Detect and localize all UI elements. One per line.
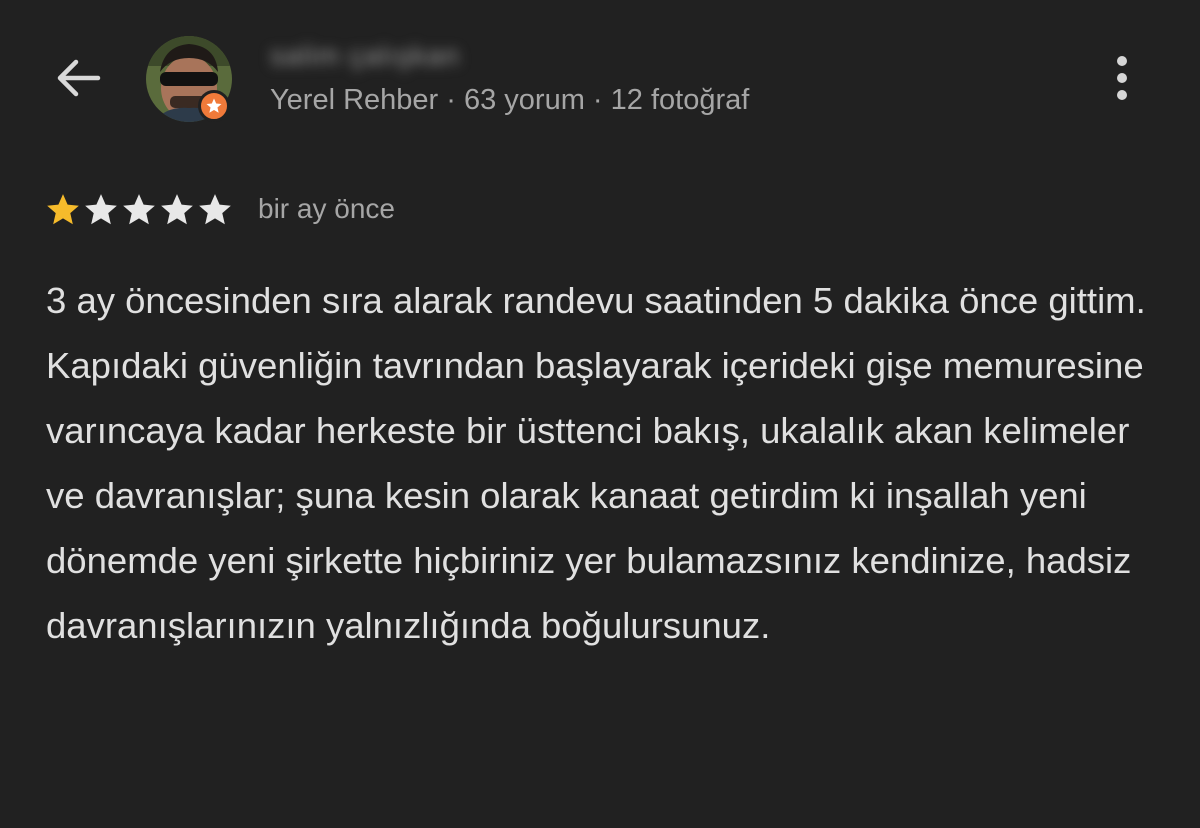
review-paragraph: 3 ay öncesinden sıra alarak randevu saat… <box>46 280 1146 321</box>
avatar[interactable] <box>146 36 232 122</box>
star-filled-icon <box>47 194 79 225</box>
star-empty-icon <box>123 194 155 225</box>
star-empty-icon <box>85 194 117 225</box>
user-name[interactable]: salim çalışkan <box>270 40 460 72</box>
user-meta: Yerel Rehber · 63 yorum · 12 fotoğraf <box>270 84 750 116</box>
more-vert-icon <box>1117 56 1127 66</box>
back-button[interactable] <box>50 50 106 106</box>
review-time: bir ay önce <box>258 193 395 224</box>
review-text: 3 ay öncesinden sıra alarak randevu saat… <box>46 268 1166 658</box>
star-empty-icon <box>199 194 231 225</box>
local-guide-badge <box>198 90 230 122</box>
more-vert-icon-dot <box>1117 90 1127 100</box>
review-paragraph: Kapıdaki güvenliğin tavrından başlayarak… <box>46 345 1144 646</box>
local-guide-star-icon <box>206 98 222 113</box>
arrow-left-icon <box>57 59 101 97</box>
star-empty-icon <box>161 194 193 225</box>
more-options-button[interactable] <box>1100 50 1144 106</box>
more-vert-icon-dot <box>1117 73 1127 83</box>
star-rating <box>44 191 234 229</box>
